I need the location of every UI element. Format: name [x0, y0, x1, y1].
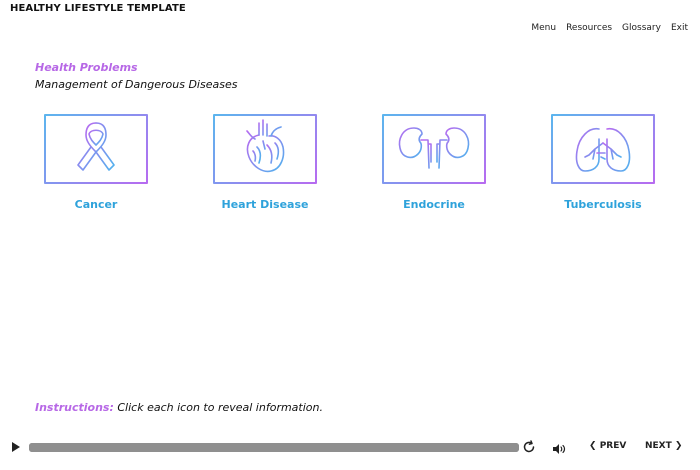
tile-heart-disease-label: Heart Disease — [221, 198, 309, 211]
tile-heart-disease-box[interactable] — [213, 114, 317, 184]
nav-menu[interactable]: Menu — [531, 23, 556, 33]
tile-tuberculosis[interactable]: Tuberculosis — [543, 114, 663, 211]
disease-tiles: Cancer Heart Disease Endocrine Tuberculo… — [0, 114, 700, 224]
instructions-label: Instructions: — [35, 401, 114, 414]
top-nav: Menu Resources Glossary Exit — [531, 23, 688, 33]
prev-button[interactable]: ❮ PREV — [589, 441, 626, 451]
awareness-ribbon-icon — [74, 119, 118, 179]
tile-tuberculosis-label: Tuberculosis — [564, 198, 642, 211]
tile-tuberculosis-box[interactable] — [551, 114, 655, 184]
tile-cancer-box[interactable] — [44, 114, 148, 184]
next-button[interactable]: NEXT ❯ — [645, 441, 682, 451]
instructions-text: Click each icon to reveal information. — [117, 401, 323, 414]
nav-resources[interactable]: Resources — [566, 23, 612, 33]
tile-cancer[interactable]: Cancer — [36, 114, 156, 211]
lungs-icon — [571, 119, 635, 179]
app-title: HEALTHY LIFESTYLE TEMPLATE — [10, 3, 186, 14]
tile-endocrine[interactable]: Endocrine — [374, 114, 494, 211]
page-title: Health Problems — [35, 61, 138, 74]
nav-exit[interactable]: Exit — [671, 23, 688, 33]
instructions: Instructions: Click each icon to reveal … — [35, 401, 323, 414]
tile-endocrine-label: Endocrine — [403, 198, 465, 211]
nav-glossary[interactable]: Glossary — [622, 23, 661, 33]
play-icon[interactable] — [12, 442, 20, 452]
chevron-right-icon: ❯ — [674, 441, 683, 451]
media-player: ❮ PREV NEXT ❯ — [0, 438, 700, 460]
page-subtitle: Management of Dangerous Diseases — [35, 78, 238, 91]
volume-icon[interactable] — [552, 440, 566, 459]
tile-heart-disease[interactable]: Heart Disease — [205, 114, 325, 211]
progress-bar[interactable] — [29, 443, 519, 452]
replay-icon[interactable] — [522, 439, 536, 458]
prev-label: PREV — [599, 441, 627, 451]
tile-cancer-label: Cancer — [74, 198, 118, 211]
progress-fill — [29, 443, 519, 452]
chevron-left-icon: ❮ — [589, 441, 597, 451]
heart-organ-icon — [241, 117, 289, 181]
tile-endocrine-box[interactable] — [382, 114, 486, 184]
kidneys-icon — [396, 122, 472, 176]
next-label: NEXT — [645, 441, 672, 451]
